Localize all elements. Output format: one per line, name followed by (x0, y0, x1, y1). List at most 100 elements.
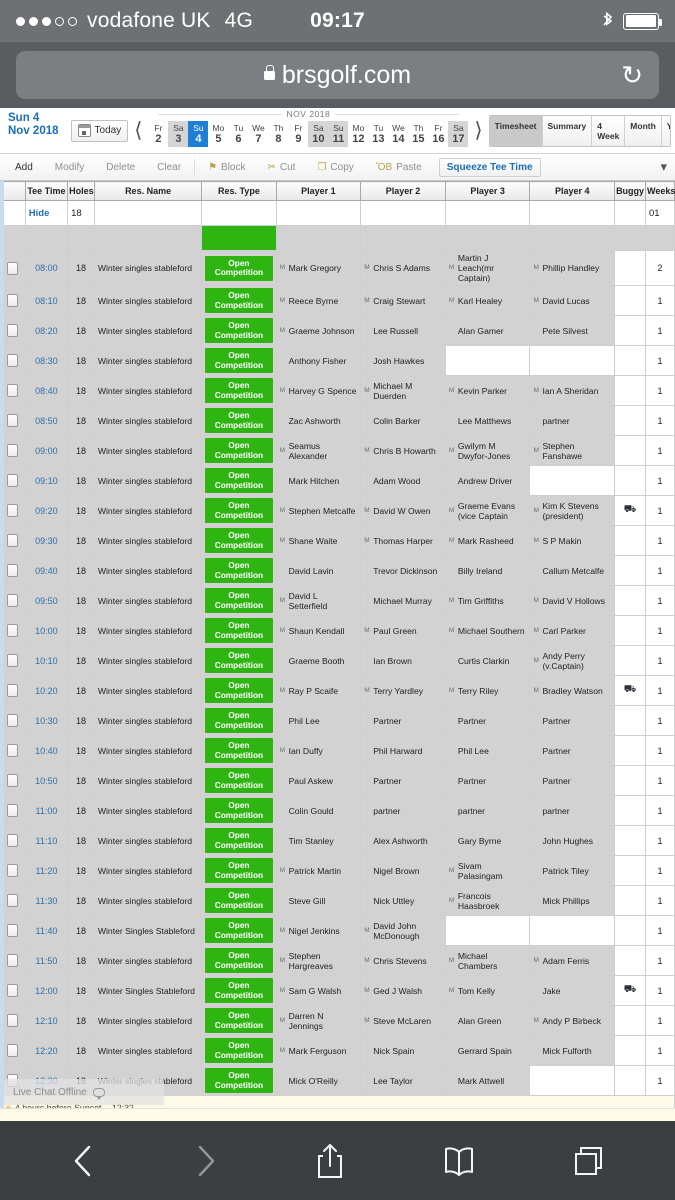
res-name-cell[interactable]: Winter singles stableford (93, 855, 203, 886)
player-4-cell[interactable]: M David Lucas (529, 285, 616, 316)
weeks-cell[interactable]: 1 (645, 1005, 675, 1036)
player-3-cell[interactable]: M Terry Riley (444, 675, 531, 706)
res-type-cell[interactable]: Open Competition (201, 1005, 277, 1036)
buggy-cell[interactable] (614, 405, 647, 436)
date-strip-day-5[interactable]: Mo 5 (208, 121, 228, 147)
timesheet-row[interactable]: 09:00 18 Winter singles stableford Open Com… (0, 435, 675, 466)
player-3-cell[interactable]: Partner (444, 705, 531, 736)
view-button-year[interactable]: Year (661, 115, 670, 146)
player-1-cell[interactable]: Paul Askew (275, 765, 362, 796)
player-2-cell[interactable]: Nick Spain (360, 1035, 446, 1066)
buggy-cell[interactable] (614, 315, 647, 346)
player-2-cell[interactable]: M Steve McLaren (360, 1005, 446, 1036)
player-1-cell[interactable]: M Graeme Johnson (275, 315, 362, 346)
tee-time-cell[interactable]: 09:00 (24, 435, 69, 466)
browser-url-bar[interactable]: brsgolf.com ↻ (0, 42, 675, 108)
row-checkbox[interactable] (7, 864, 19, 877)
player-4-cell[interactable]: Partner (529, 765, 616, 796)
weeks-cell[interactable]: 1 (645, 1065, 675, 1096)
player-4-cell[interactable]: MS P Makin (529, 525, 616, 556)
row-checkbox[interactable] (7, 984, 19, 997)
res-type-cell[interactable]: Open Competition (201, 375, 277, 406)
res-type-cell[interactable]: Open Competition (201, 615, 277, 646)
row-checkbox-cell[interactable] (0, 285, 26, 316)
player-3-cell[interactable]: Phil Lee (444, 735, 531, 766)
res-type-cell[interactable]: Open Competition (201, 705, 277, 736)
weeks-cell[interactable]: 1 (645, 525, 675, 556)
res-name-cell[interactable]: Winter singles stableford (93, 765, 203, 796)
player-2-cell[interactable]: M Chris B Howarth (360, 435, 446, 466)
buggy-cell[interactable] (614, 765, 647, 796)
player-4-cell[interactable]: M Carl Parker (529, 615, 616, 646)
column-header-res-type[interactable]: Res. Type (201, 181, 277, 201)
buggy-cell[interactable] (614, 795, 647, 826)
player-2-cell[interactable]: Lee Taylor (360, 1065, 446, 1096)
web-content[interactable]: Sun 4 Nov 2018 Today NOV 2018 ⟨ Fr 2 Sa 3 Su… (0, 108, 675, 1121)
action-add-button[interactable]: Add (4, 162, 44, 173)
row-checkbox-cell[interactable] (0, 945, 26, 976)
weeks-cell[interactable]: 1 (645, 825, 675, 856)
timesheet-row[interactable]: 11:00 18 Winter singles stableford Open Com… (0, 795, 675, 826)
weeks-cell[interactable]: 1 (645, 615, 675, 646)
buggy-cell[interactable] (614, 735, 647, 766)
timesheet-row[interactable]: 10:00 18 Winter singles stableford Open Com… (0, 615, 675, 646)
weeks-cell[interactable]: 1 (645, 405, 675, 436)
timesheet-row[interactable]: 08:20 18 Winter singles stableford Open Com… (0, 315, 675, 346)
hide-link-cell[interactable]: Hide (24, 200, 69, 226)
column-header-tee-time[interactable]: Tee Time (24, 181, 69, 201)
player-1-cell[interactable]: M Reece Byrne (275, 285, 362, 316)
res-name-cell[interactable]: Winter singles stableford (93, 795, 203, 826)
player-1-cell[interactable]: M Patrick Martin (275, 855, 362, 886)
column-header-buggy[interactable]: Buggy (614, 181, 647, 201)
view-button-timesheet[interactable]: Timesheet (489, 115, 543, 146)
timesheet-row[interactable]: 08:00 18 Winter singles stableford Open Com… (0, 250, 675, 286)
player-2-cell[interactable]: Adam Wood (360, 465, 446, 496)
holes-cell[interactable]: 18 (67, 435, 95, 466)
tee-time-cell[interactable]: 10:30 (24, 705, 69, 736)
player-3-cell[interactable]: Mark Attwell (444, 1065, 531, 1096)
hide-link[interactable]: Hide (29, 208, 50, 219)
row-checkbox[interactable] (7, 564, 19, 577)
res-type-cell[interactable]: Open Competition (201, 315, 277, 346)
player-2-cell[interactable]: Michael Murray (360, 585, 446, 616)
buggy-cell[interactable] (614, 465, 647, 496)
player-3-cell[interactable]: Alan Green (444, 1005, 531, 1036)
tee-time-cell[interactable]: 08:50 (24, 405, 69, 436)
tee-time-cell[interactable]: 11:00 (24, 795, 69, 826)
weeks-cell[interactable]: 1 (645, 465, 675, 496)
player-1-cell[interactable]: M Mark Ferguson (275, 1035, 362, 1066)
weeks-cell[interactable]: 1 (645, 975, 675, 1006)
player-1-cell[interactable]: M Shane Waite (275, 525, 362, 556)
column-header-player-3[interactable]: Player 3 (444, 181, 531, 201)
timesheet-row[interactable]: 12:00 18 Winter Singles Stableford Open Com… (0, 975, 675, 1006)
column-header-player-4[interactable]: Player 4 (529, 181, 616, 201)
view-button-month[interactable]: Month (625, 115, 662, 146)
weeks-cell[interactable]: 2 (645, 250, 675, 286)
row-checkbox-cell[interactable] (0, 975, 26, 1006)
player-3-cell[interactable]: M Gwilym M Dwyfor-Jones (444, 435, 531, 466)
weeks-cell[interactable]: 1 (645, 1035, 675, 1066)
timesheet-row[interactable]: 08:50 18 Winter singles stableford Open Com… (0, 405, 675, 436)
timesheet-row[interactable]: 11:40 18 Winter Singles Stableford Open Com… (0, 915, 675, 946)
timesheet-row[interactable]: 10:40 18 Winter singles stableford Open Com… (0, 735, 675, 766)
row-checkbox-cell[interactable] (0, 795, 26, 826)
filter-buggy[interactable] (614, 200, 647, 226)
player-2-cell[interactable]: Phil Harward (360, 735, 446, 766)
row-checkbox-cell[interactable] (0, 555, 26, 586)
player-4-cell[interactable]: M Stephen Fanshawe (529, 435, 616, 466)
res-type-cell[interactable]: Open Competition (201, 735, 277, 766)
column-header-weeks[interactable]: Weeks (645, 181, 675, 201)
tee-time-cell[interactable]: 08:10 (24, 285, 69, 316)
timesheet-row[interactable]: 12:10 18 Winter singles stableford Open Com… (0, 1005, 675, 1036)
row-checkbox[interactable] (7, 594, 19, 607)
buggy-cell[interactable] (614, 285, 647, 316)
buggy-cell[interactable] (614, 1065, 647, 1096)
filter-restype[interactable] (201, 200, 277, 226)
buggy-cell[interactable] (614, 855, 647, 886)
buggy-cell[interactable] (614, 945, 647, 976)
player-4-cell[interactable]: Mick Phillips (529, 885, 616, 916)
row-checkbox-cell[interactable] (0, 315, 26, 346)
res-type-cell[interactable]: Open Competition (201, 405, 277, 436)
row-checkbox[interactable] (7, 954, 19, 967)
holes-cell[interactable]: 18 (67, 1035, 95, 1066)
